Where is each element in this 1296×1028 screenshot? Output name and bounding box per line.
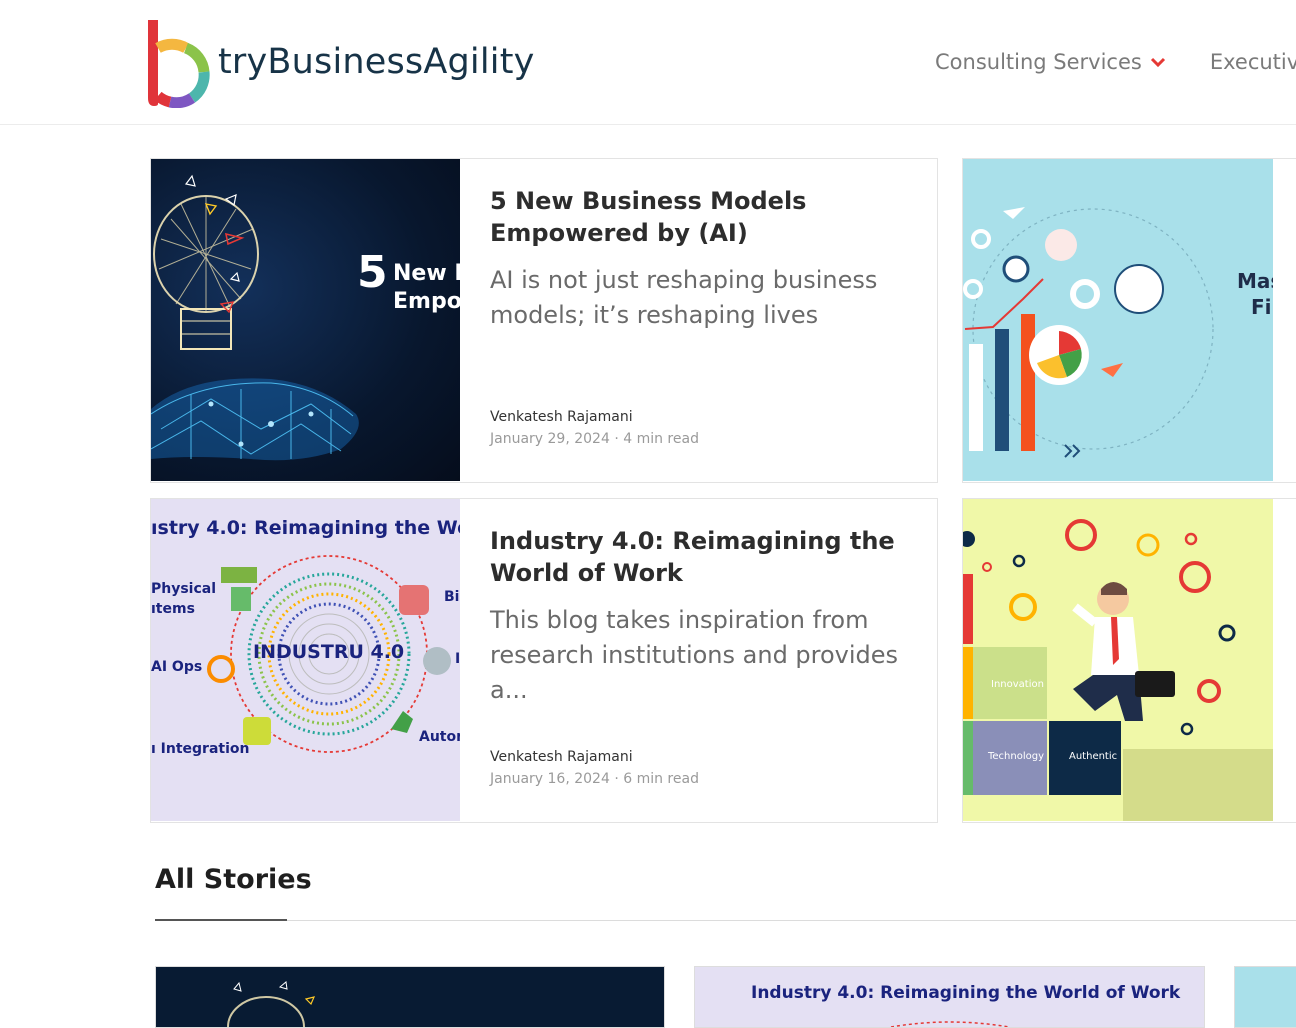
- thumb-line-2: Empow: [393, 289, 460, 314]
- thumb-label: Auton: [419, 729, 460, 745]
- thumb-line-1: New B: [393, 261, 460, 286]
- post-body: Industry 4.0: Reimagining the World of W…: [490, 525, 920, 708]
- lightbulb-icon: [227, 981, 316, 1027]
- puzzle-label: Technology: [988, 751, 1045, 762]
- post-title[interactable]: Industry 4.0: Reimagining the World of W…: [490, 525, 920, 589]
- thumb-number: 5: [357, 247, 388, 298]
- story-card-thumbnail[interactable]: [1234, 966, 1296, 1028]
- post-author[interactable]: Venkatesh Rajamani: [490, 409, 633, 425]
- thumb-label: Bi: [444, 589, 460, 605]
- thumb-label: ı Integration: [151, 741, 250, 757]
- main-nav: Consulting Services Executive E: [935, 50, 1296, 74]
- thumb-label: I: [455, 651, 460, 667]
- nav-label: Executive E: [1209, 50, 1296, 74]
- post-author[interactable]: Venkatesh Rajamani: [490, 749, 633, 765]
- thumb-line-1: Mas: [1237, 269, 1273, 293]
- puzzle-success-icon: [963, 519, 1273, 821]
- featured-post-card[interactable]: 5 New B Empow 5 New Business Models Empo…: [150, 158, 938, 483]
- section-underline: [155, 919, 287, 921]
- brand-logo[interactable]: tryBusinessAgility: [146, 18, 534, 108]
- post-thumbnail[interactable]: Mas Fi: [963, 159, 1273, 481]
- story-card-thumbnail[interactable]: [155, 966, 665, 1028]
- lightbulb-hand-icon: [151, 174, 359, 461]
- nav-label: Consulting Services: [935, 50, 1142, 74]
- post-thumbnail[interactable]: 5 New B Empow: [151, 159, 460, 481]
- puzzle-label: Innovation: [991, 679, 1044, 690]
- growth-chart-icon: [963, 207, 1214, 458]
- post-excerpt: This blog takes inspiration from researc…: [490, 606, 899, 704]
- site-header: tryBusinessAgility Consulting Services E…: [0, 0, 1296, 125]
- thumb-heading: ıstry 4.0: Reimagining the Wo: [151, 517, 460, 539]
- post-excerpt: AI is not just reshaping business models…: [490, 266, 878, 329]
- logo-mark-icon: [148, 20, 210, 108]
- section-title-all-stories: All Stories: [155, 864, 312, 895]
- post-meta: January 16, 2024 · 6 min read: [490, 771, 699, 787]
- thumb-label: Physical: [151, 581, 217, 597]
- nav-executive[interactable]: Executive E: [1210, 50, 1296, 74]
- thumb-line-2: Fi: [1251, 295, 1272, 319]
- brand-name: tryBusinessAgility: [218, 42, 535, 82]
- puzzle-label: Authentic: [1069, 751, 1118, 762]
- nav-consulting-services[interactable]: Consulting Services: [935, 50, 1166, 74]
- post-thumbnail[interactable]: Innovation Technology Authentic: [963, 499, 1273, 821]
- ring-icon: [890, 1021, 1010, 1027]
- featured-post-card[interactable]: Mas Fi: [962, 158, 1296, 483]
- chevron-down-icon: [1150, 50, 1166, 74]
- post-meta: January 29, 2024 · 4 min read: [490, 431, 699, 447]
- thumb-center-label: INDUSTRU 4.0: [253, 641, 405, 663]
- section-divider: [155, 920, 1296, 921]
- thumb-label: ıtems: [151, 601, 195, 617]
- post-title[interactable]: 5 New Business Models Empowered by (AI): [490, 185, 920, 249]
- thumb-label: AI Ops: [151, 659, 203, 675]
- featured-post-card[interactable]: ıstry 4.0: Reimagining the Wo INDUSTRU 4…: [150, 498, 938, 823]
- story-card-thumbnail[interactable]: Industry 4.0: Reimagining the World of W…: [694, 966, 1205, 1028]
- featured-post-card[interactable]: Innovation Technology Authentic: [962, 498, 1296, 823]
- post-thumbnail[interactable]: ıstry 4.0: Reimagining the Wo INDUSTRU 4…: [151, 499, 460, 821]
- post-body: 5 New Business Models Empowered by (AI) …: [490, 185, 920, 333]
